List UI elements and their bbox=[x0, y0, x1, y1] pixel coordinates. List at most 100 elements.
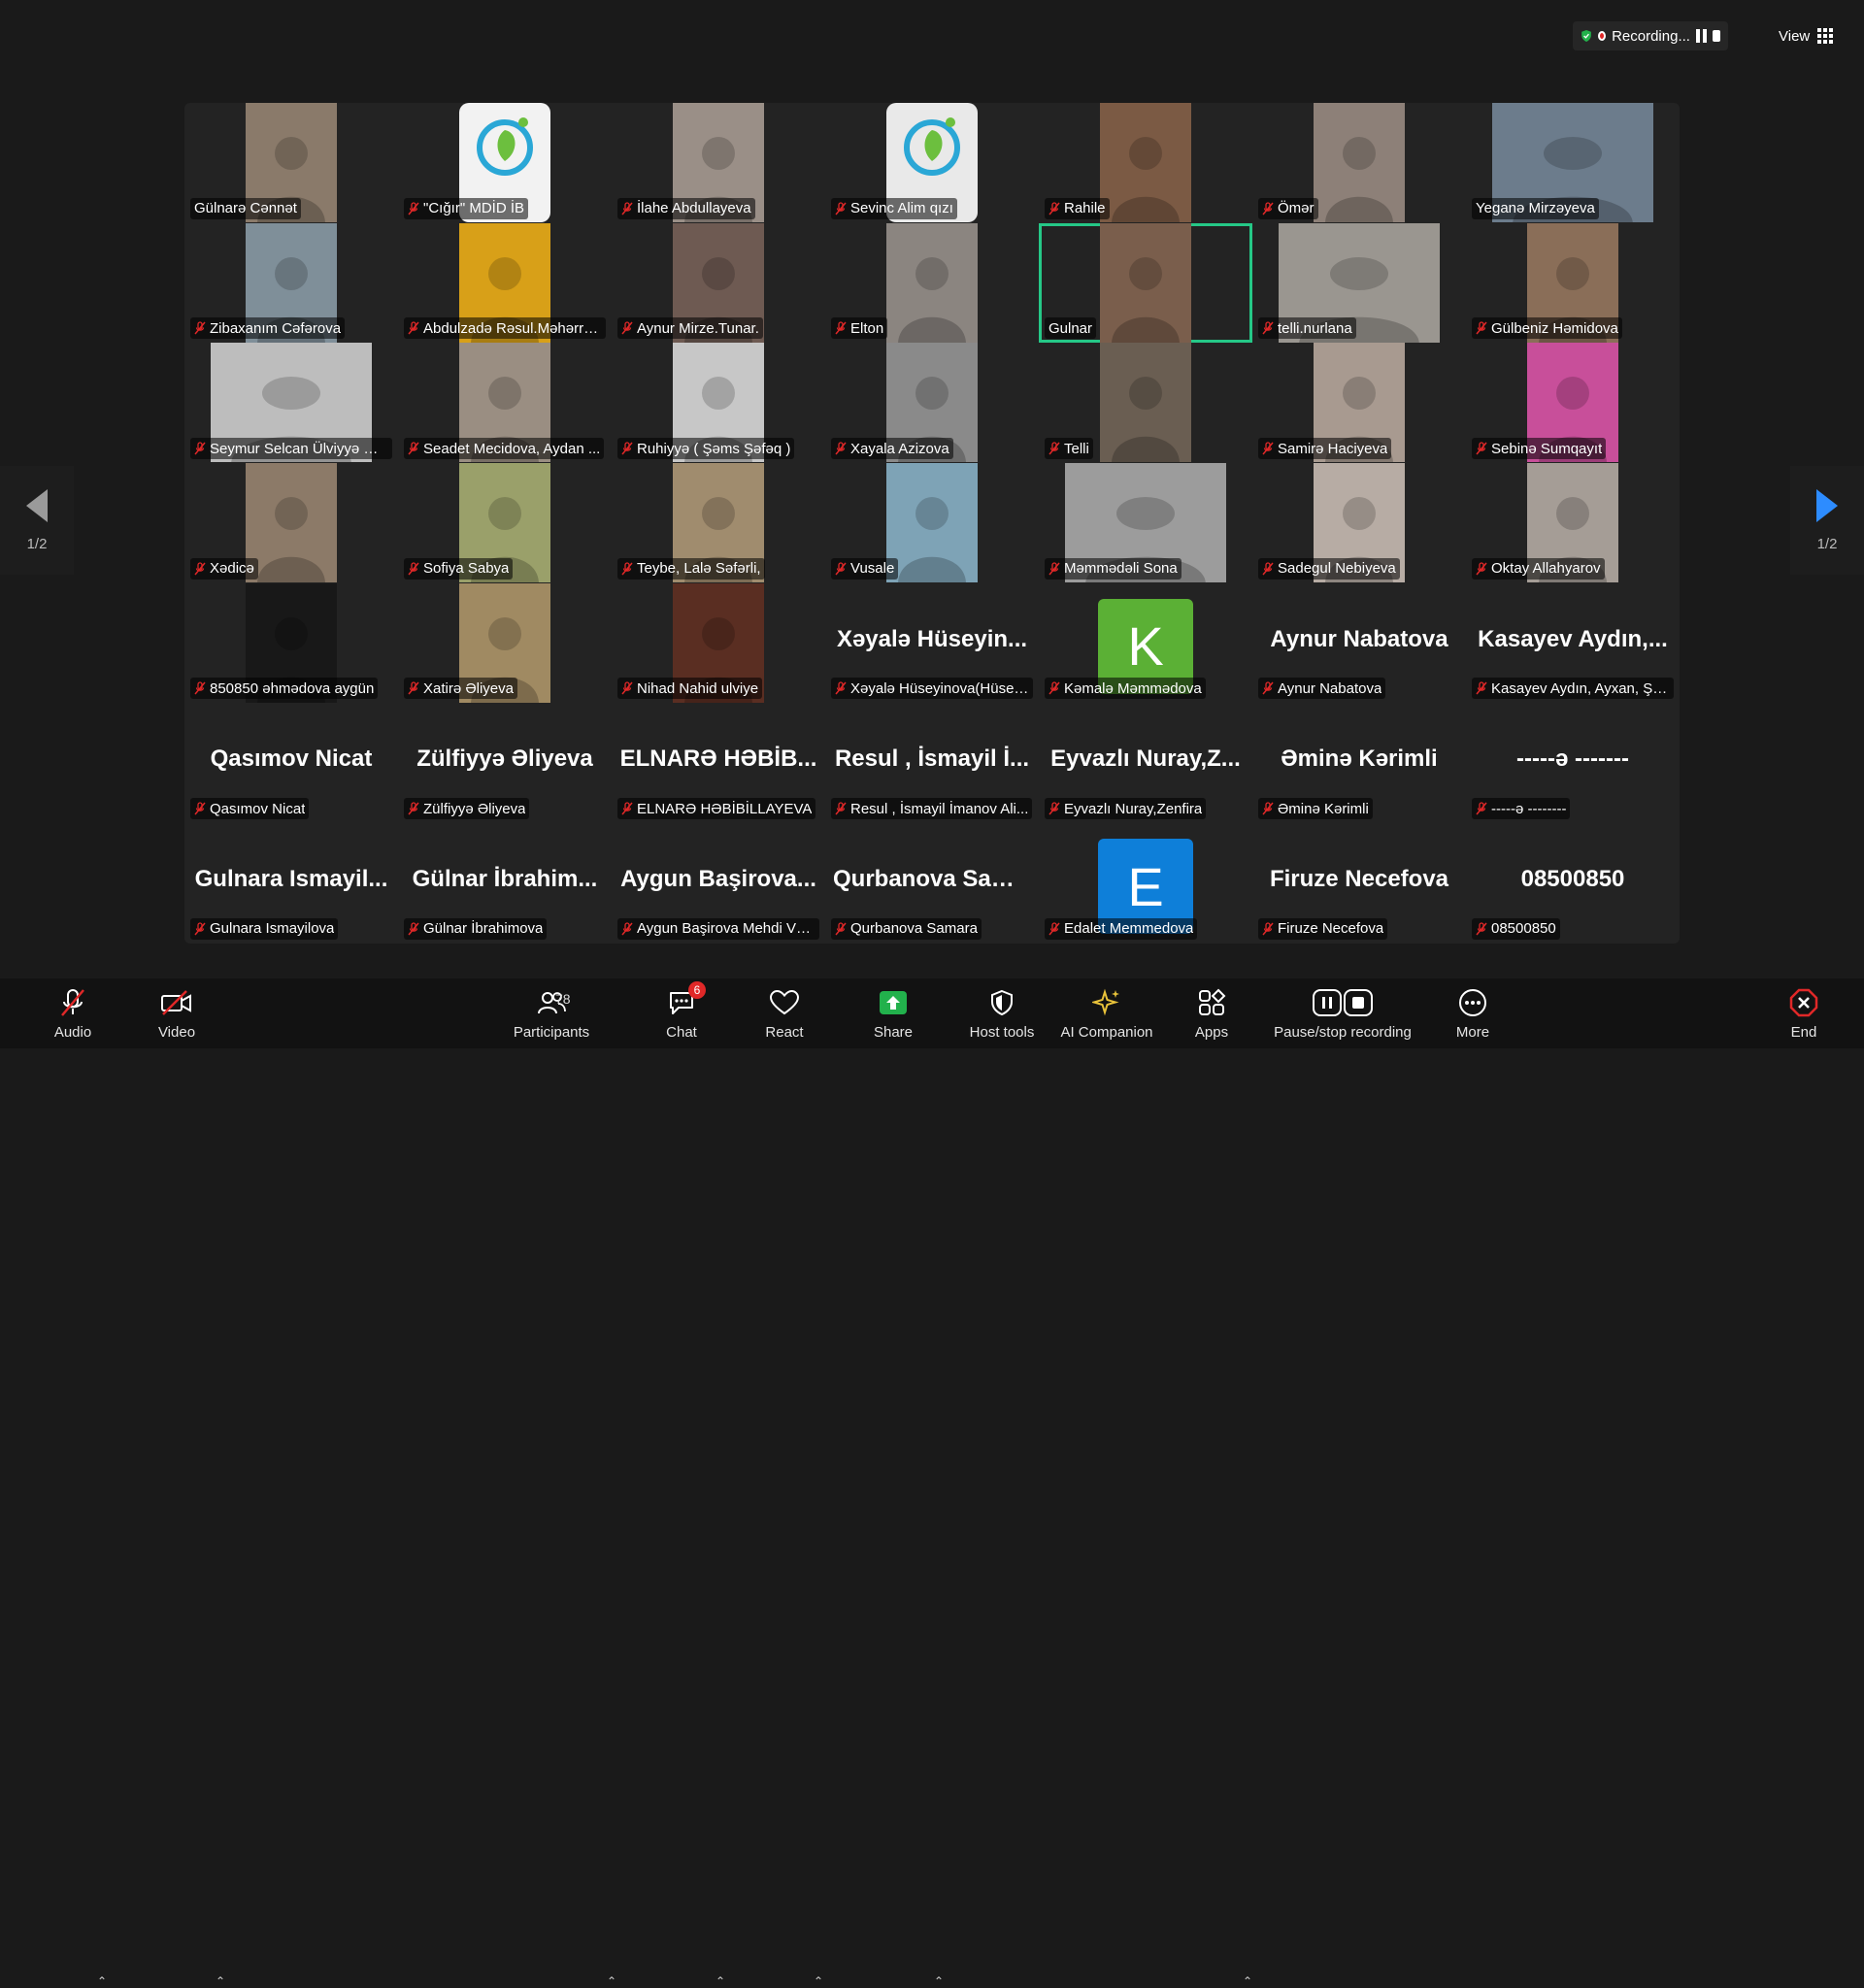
participant-tile[interactable]: Seymur Selcan Ülviyyə Əl... bbox=[184, 343, 398, 464]
stop-recording-icon[interactable] bbox=[1712, 30, 1720, 42]
participant-tile[interactable]: Sadegul Nebiyeva bbox=[1252, 463, 1466, 583]
pause-recording-icon[interactable] bbox=[1695, 29, 1707, 43]
participant-tile[interactable]: Xədicə bbox=[184, 463, 398, 583]
participant-tile[interactable]: Zibaxanım Cəfərova bbox=[184, 222, 398, 344]
participant-tile[interactable]: Resul , İsmayil İ... Resul , İsmayil İman… bbox=[825, 703, 1039, 824]
participant-tile[interactable]: Nihad Nahid ulviye bbox=[612, 582, 825, 704]
muted-mic-icon bbox=[835, 442, 847, 455]
participant-tile[interactable]: "Cığır" MDİD İB bbox=[398, 103, 612, 223]
participant-tile[interactable]: İlahe Abdullayeva bbox=[612, 103, 825, 223]
participant-tile[interactable]: Aynur Nabatova Aynur Nabatova bbox=[1252, 582, 1466, 704]
participant-tile[interactable]: Sebinə Sumqayıt bbox=[1466, 343, 1680, 464]
participants-options-caret-icon[interactable]: ⌃ bbox=[607, 1974, 616, 1988]
participant-tile[interactable]: Qurbanova Sam... Qurbanova Samara bbox=[825, 823, 1039, 944]
participant-tile[interactable]: Xatirə Əliyeva bbox=[398, 582, 612, 704]
participant-tile[interactable]: K Kəmalə Məmmədova bbox=[1039, 582, 1252, 704]
share-button[interactable]: Share bbox=[864, 978, 922, 1048]
share-options-caret-icon[interactable]: ⌃ bbox=[934, 1974, 944, 1988]
microphone-muted-icon bbox=[61, 988, 84, 1016]
participant-tile[interactable]: 08500850 08500850 bbox=[1466, 823, 1680, 944]
participant-display-name: 08500850 bbox=[1520, 866, 1625, 893]
participant-tile[interactable]: Teybe, Lalə Səfərli, bbox=[612, 463, 825, 583]
participant-name-label: Sadegul Nebiyeva bbox=[1258, 557, 1400, 580]
participant-tile[interactable]: Xayala Azizova bbox=[825, 343, 1039, 464]
participant-display-name: Aygun Başirova... bbox=[620, 866, 816, 893]
chat-button[interactable]: 6 Chat bbox=[652, 978, 711, 1048]
participant-tile[interactable]: Oktay Allahyarov bbox=[1466, 463, 1680, 583]
participant-name: Xədicə bbox=[210, 560, 254, 578]
participant-name: Zülfiyyə Əliyeva bbox=[423, 800, 526, 817]
participant-tile[interactable]: Eyvazlı Nuray,Z... Eyvazlı Nuray,Zenfira bbox=[1039, 703, 1252, 824]
participant-tile[interactable]: Gulnara Ismayil... Gulnara Ismayilova bbox=[184, 823, 398, 944]
participant-name-label: Zibaxanım Cəfərova bbox=[190, 317, 346, 340]
participant-tile[interactable]: Abdulzadə Rəsul.Məhərrə... bbox=[398, 222, 612, 344]
participants-button[interactable]: 78 Participants bbox=[503, 978, 600, 1048]
participant-video bbox=[886, 222, 978, 343]
participant-tile[interactable]: Kasayev Aydın,... Kasayev Aydın, Ayxan, Ş… bbox=[1466, 582, 1680, 704]
recording-dot-icon bbox=[1598, 31, 1607, 41]
muted-mic-icon bbox=[408, 321, 419, 335]
participant-tile[interactable]: Gulnar bbox=[1039, 222, 1252, 344]
participant-name-label: Sebinə Sumqayıt bbox=[1472, 438, 1607, 460]
participant-tile[interactable]: -----ə ------- -----ə -------- bbox=[1466, 703, 1680, 824]
participant-tile[interactable]: Telli bbox=[1039, 343, 1252, 464]
pause-stop-recording-button[interactable]: Pause/stop recording bbox=[1270, 978, 1415, 1048]
participant-tile[interactable]: Gülnarə Cənnət bbox=[184, 103, 398, 223]
participant-tile[interactable]: Qasımov Nicat Qasımov Nicat bbox=[184, 703, 398, 824]
apps-options-caret-icon[interactable]: ⌃ bbox=[1243, 1974, 1252, 1988]
participant-name: Samirə Haciyeva bbox=[1278, 440, 1388, 457]
participant-tile[interactable]: Firuze Necefova Firuze Necefova bbox=[1252, 823, 1466, 944]
video-button[interactable]: Video bbox=[148, 978, 206, 1048]
participant-tile[interactable]: Xəyalə Hüseyin... Xəyalə Hüseyinova(Hüsey… bbox=[825, 582, 1039, 704]
participant-tile[interactable]: Vusale bbox=[825, 463, 1039, 583]
participant-display-name: Qurbanova Sam... bbox=[833, 866, 1032, 893]
muted-mic-icon bbox=[1476, 321, 1487, 335]
participant-tile[interactable]: Elton bbox=[825, 222, 1039, 344]
participant-tile[interactable]: Seadet Mecidova, Aydan ... bbox=[398, 343, 612, 464]
previous-page-button[interactable]: 1/2 bbox=[0, 466, 74, 575]
muted-mic-icon bbox=[1262, 202, 1274, 215]
participant-tile[interactable]: Gülbeniz Həmidova bbox=[1466, 222, 1680, 344]
video-options-caret-icon[interactable]: ⌃ bbox=[216, 1974, 225, 1988]
participant-tile[interactable]: Əminə Kərimli Əminə Kərimli bbox=[1252, 703, 1466, 824]
participants-label: Participants bbox=[513, 1023, 590, 1041]
participant-tile[interactable]: Rahile bbox=[1039, 103, 1252, 223]
participant-tile[interactable]: Sofiya Sabya bbox=[398, 463, 612, 583]
participant-tile[interactable]: Məmmədəli Sona bbox=[1039, 463, 1252, 583]
participant-tile[interactable]: Ömər bbox=[1252, 103, 1466, 223]
participant-tile[interactable]: Gülnar İbrahim... Gülnar İbrahimova bbox=[398, 823, 612, 944]
host-tools-button[interactable]: Host tools bbox=[961, 978, 1043, 1048]
more-button[interactable]: More bbox=[1447, 978, 1499, 1048]
participant-tile[interactable]: Samirə Haciyeva bbox=[1252, 343, 1466, 464]
participant-tile[interactable]: ELNARƏ HƏBİB... ELNARƏ HƏBİBİLLAYEVA bbox=[612, 703, 825, 824]
participant-name: Sadegul Nebiyeva bbox=[1278, 560, 1396, 578]
participant-tile[interactable]: Yeganə Mirzəyeva bbox=[1466, 103, 1680, 223]
participant-tile[interactable]: E Edalet Memmedova bbox=[1039, 823, 1252, 944]
person-silhouette-icon bbox=[1112, 256, 1180, 343]
ai-companion-button[interactable]: AI Companion bbox=[1058, 978, 1155, 1048]
muted-mic-icon bbox=[408, 562, 419, 576]
participant-name: Qurbanova Samara bbox=[850, 920, 978, 938]
participant-tile[interactable]: Aygun Başirova... Aygun Başirova Mehdi Və… bbox=[612, 823, 825, 944]
end-meeting-button[interactable]: End bbox=[1784, 978, 1823, 1048]
participant-tile[interactable]: 850850 əhmədova aygün bbox=[184, 582, 398, 704]
arrow-right-icon bbox=[1816, 488, 1838, 522]
chat-options-caret-icon[interactable]: ⌃ bbox=[716, 1974, 725, 1988]
audio-options-caret-icon[interactable]: ⌃ bbox=[97, 1974, 107, 1988]
meeting-toolbar: Audio ⌃ Video ⌃ 78 Participants ⌃ 6 Chat… bbox=[0, 978, 1864, 1988]
recording-indicator[interactable]: Recording... bbox=[1573, 21, 1728, 50]
apps-button[interactable]: Apps bbox=[1184, 978, 1239, 1048]
participant-tile[interactable]: Ruhiyyə ( Şəms Şəfəq ) bbox=[612, 343, 825, 464]
participant-tile[interactable]: Sevinc Alim qızı bbox=[825, 103, 1039, 223]
participant-tile[interactable]: Aynur Mirze.Tunar. bbox=[612, 222, 825, 344]
react-options-caret-icon[interactable]: ⌃ bbox=[814, 1974, 823, 1988]
audio-button[interactable]: Audio bbox=[39, 978, 107, 1048]
react-label: React bbox=[765, 1023, 804, 1041]
view-button[interactable]: View bbox=[1769, 21, 1850, 50]
participant-name-label: Sofiya Sabya bbox=[404, 557, 514, 580]
react-button[interactable]: React bbox=[755, 978, 814, 1048]
participant-tile[interactable]: telli.nurlana bbox=[1252, 222, 1466, 344]
participant-name-label: 850850 əhmədova aygün bbox=[190, 678, 379, 700]
next-page-button[interactable]: 1/2 bbox=[1790, 466, 1864, 575]
participant-tile[interactable]: Zülfiyyə Əliyeva Zülfiyyə Əliyeva bbox=[398, 703, 612, 824]
